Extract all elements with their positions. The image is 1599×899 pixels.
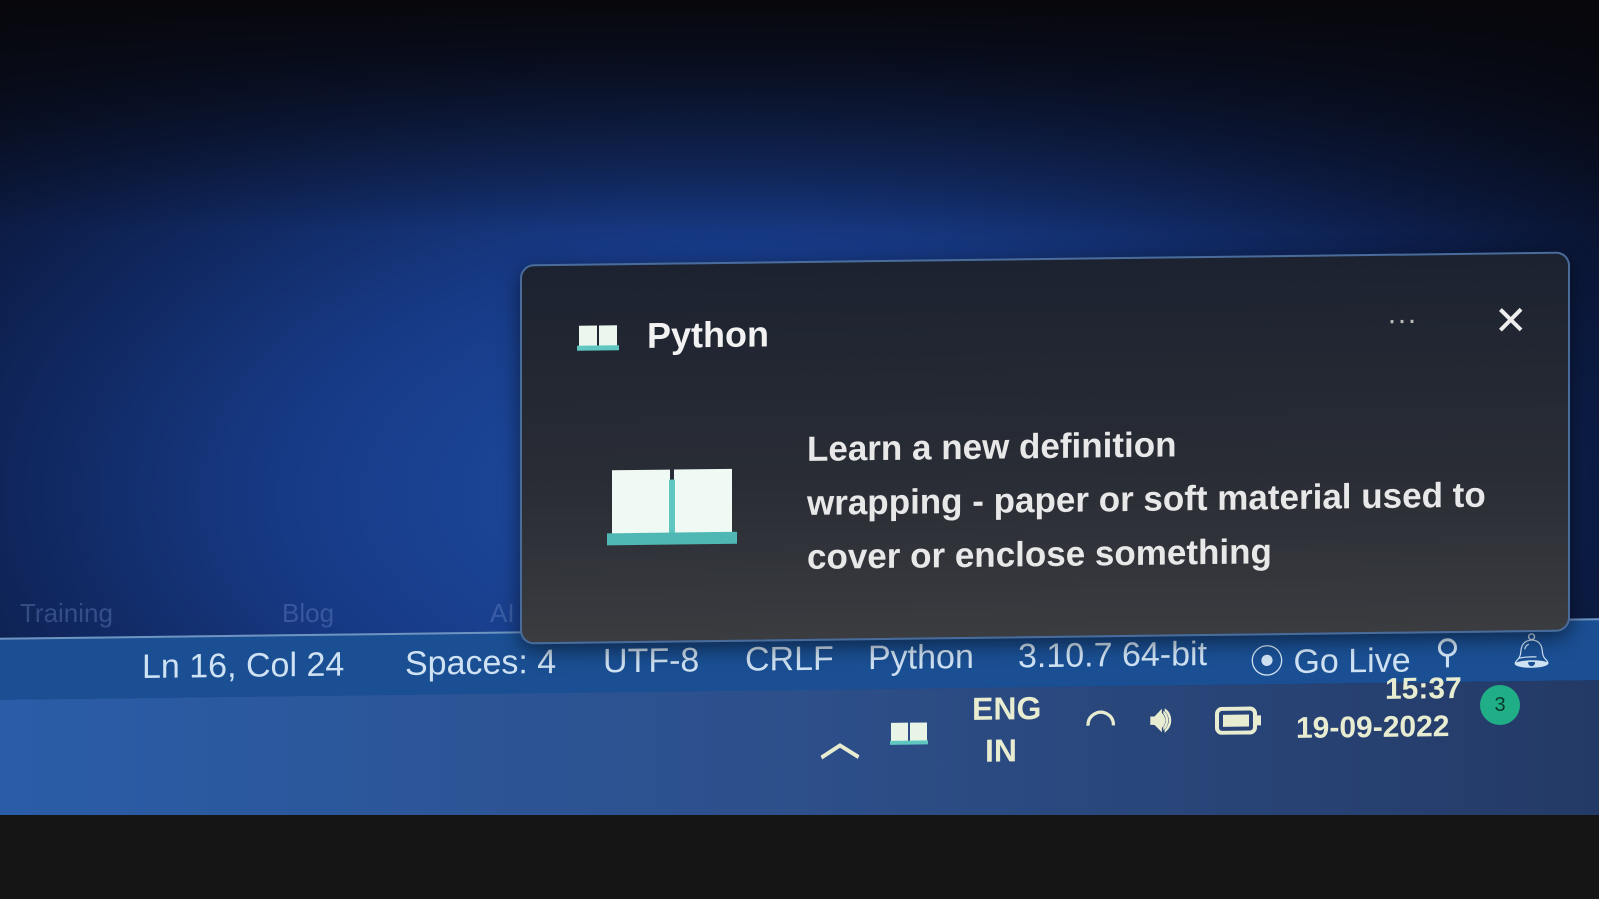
toast-line: cover or enclose something <box>807 532 1272 577</box>
chevron-up-icon[interactable]: ︿ <box>820 709 860 767</box>
book-icon[interactable] <box>890 720 928 746</box>
notification-toast[interactable]: Python ··· ✕ Learn a new definition wrap… <box>520 251 1570 645</box>
toast-body: Learn a new definition wrapping - paper … <box>807 415 1486 585</box>
toast-heading: Learn a new definition <box>807 425 1177 469</box>
battery-icon[interactable] <box>1215 706 1263 735</box>
tab-ai[interactable]: AI <box>490 598 515 629</box>
interpreter[interactable]: 3.10.7 64-bit <box>1018 635 1207 676</box>
close-icon[interactable]: ✕ <box>1494 298 1528 344</box>
monitor-bezel <box>0 815 1599 899</box>
language-mode[interactable]: Python <box>868 638 974 678</box>
volume-icon[interactable]: 🔊︎ <box>1150 700 1171 739</box>
wifi-icon[interactable]: ◠ <box>1085 701 1116 743</box>
tab-blog[interactable]: Blog <box>282 598 334 629</box>
toast-app-name: Python <box>647 313 769 356</box>
indentation[interactable]: Spaces: 4 <box>405 643 556 684</box>
language-indicator[interactable]: ENG <box>972 690 1041 728</box>
notification-badge[interactable]: 3 <box>1480 685 1520 725</box>
region-indicator[interactable]: IN <box>985 732 1017 769</box>
more-options-icon[interactable]: ··· <box>1387 303 1417 337</box>
book-icon <box>607 468 737 546</box>
broadcast-icon: ⦿ <box>1250 642 1294 682</box>
app-book-icon <box>577 325 619 351</box>
encoding[interactable]: UTF-8 <box>603 641 699 681</box>
clock-date[interactable]: 19-09-2022 <box>1296 710 1449 746</box>
clock-time[interactable]: 15:37 <box>1385 672 1462 707</box>
accounts-icon[interactable]: ⚲ <box>1435 632 1460 672</box>
screen-glare <box>0 0 1599 230</box>
toast-line: wrapping - paper or soft material used t… <box>807 475 1486 523</box>
tab-training[interactable]: Training <box>20 598 113 629</box>
line-ending[interactable]: CRLF <box>745 640 834 680</box>
bell-icon[interactable]: 🔔︎ <box>1510 631 1553 672</box>
cursor-position[interactable]: Ln 16, Col 24 <box>142 646 344 687</box>
